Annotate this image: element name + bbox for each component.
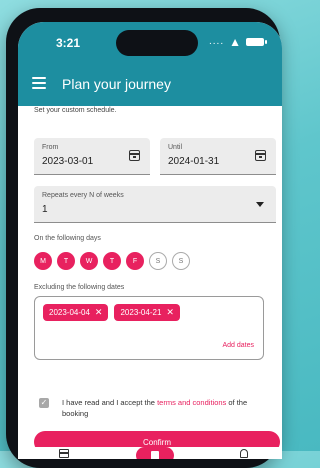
weekday-selector: M T W T F S S [34, 252, 190, 270]
terms-prefix: I have read and I accept the [62, 398, 158, 407]
day-toggle-wed[interactable]: W [80, 252, 98, 270]
status-bar: 3:21 .... ▲ [18, 22, 282, 64]
day-toggle-thu[interactable]: T [103, 252, 121, 270]
date-chip-label: 2023-04-21 [120, 308, 162, 317]
camera-notch [116, 30, 198, 56]
day-toggle-sat[interactable]: S [149, 252, 167, 270]
repeat-value: 1 [42, 204, 48, 215]
calendar-icon[interactable] [255, 150, 266, 161]
until-date-field[interactable]: Until 2024-01-31 [160, 138, 276, 175]
battery-icon [246, 38, 267, 46]
date-chip[interactable]: 2023-04-04 ✕ [43, 304, 109, 321]
day-toggle-tue[interactable]: T [57, 252, 75, 270]
from-label: From [42, 144, 59, 151]
repeat-label: Repeats every N of weeks [42, 192, 124, 199]
excluded-dates-box: 2023-04-04 ✕ 2023-04-21 ✕ Add dates [34, 296, 264, 360]
close-icon[interactable]: ✕ [95, 308, 103, 317]
calendar-icon[interactable] [59, 449, 69, 458]
schedule-form: Set your custom schedule. From 2023-03-0… [18, 106, 282, 459]
terms-link[interactable]: terms and conditions [157, 398, 226, 407]
days-label: On the following days [34, 235, 101, 242]
terms-text: I have read and I accept the terms and c… [62, 397, 272, 419]
close-icon[interactable]: ✕ [166, 308, 174, 317]
calendar-icon[interactable] [129, 150, 140, 161]
from-value: 2023-03-01 [42, 156, 94, 167]
bottom-navigation [18, 447, 282, 459]
bell-icon[interactable] [240, 449, 248, 458]
phone-frame: 3:21 .... ▲ Plan your journey Set your c… [6, 8, 282, 468]
page-title: Plan your journey [62, 76, 171, 92]
excluding-label: Excluding the following dates [34, 284, 125, 291]
day-toggle-fri[interactable]: F [126, 252, 144, 270]
menu-icon[interactable] [32, 77, 46, 89]
status-time: 3:21 [56, 36, 81, 50]
until-label: Until [168, 144, 183, 151]
form-helper-text: Set your custom schedule. [34, 107, 117, 114]
add-dates-button[interactable]: Add dates [222, 342, 254, 349]
day-toggle-mon[interactable]: M [34, 252, 52, 270]
date-chip[interactable]: 2023-04-21 ✕ [114, 304, 180, 321]
nav-journey-tab[interactable] [136, 447, 174, 459]
wifi-icon: ▲ [229, 35, 241, 49]
until-value: 2024-01-31 [168, 156, 220, 167]
app-bar: Plan your journey [18, 64, 282, 106]
ticket-icon [151, 451, 159, 459]
app-screen: 3:21 .... ▲ Plan your journey Set your c… [18, 22, 282, 459]
dropdown-arrow-icon[interactable] [256, 202, 264, 207]
repeat-weeks-select[interactable]: Repeats every N of weeks 1 [34, 186, 276, 223]
excluded-dates-chips: 2023-04-04 ✕ 2023-04-21 ✕ [43, 304, 180, 321]
system-icons: .... ▲ [208, 35, 267, 49]
date-chip-label: 2023-04-04 [49, 308, 90, 317]
terms-checkbox[interactable]: ✓ [39, 398, 49, 408]
day-toggle-sun[interactable]: S [172, 252, 190, 270]
signal-icon: .... [208, 36, 225, 47]
from-date-field[interactable]: From 2023-03-01 [34, 138, 150, 175]
